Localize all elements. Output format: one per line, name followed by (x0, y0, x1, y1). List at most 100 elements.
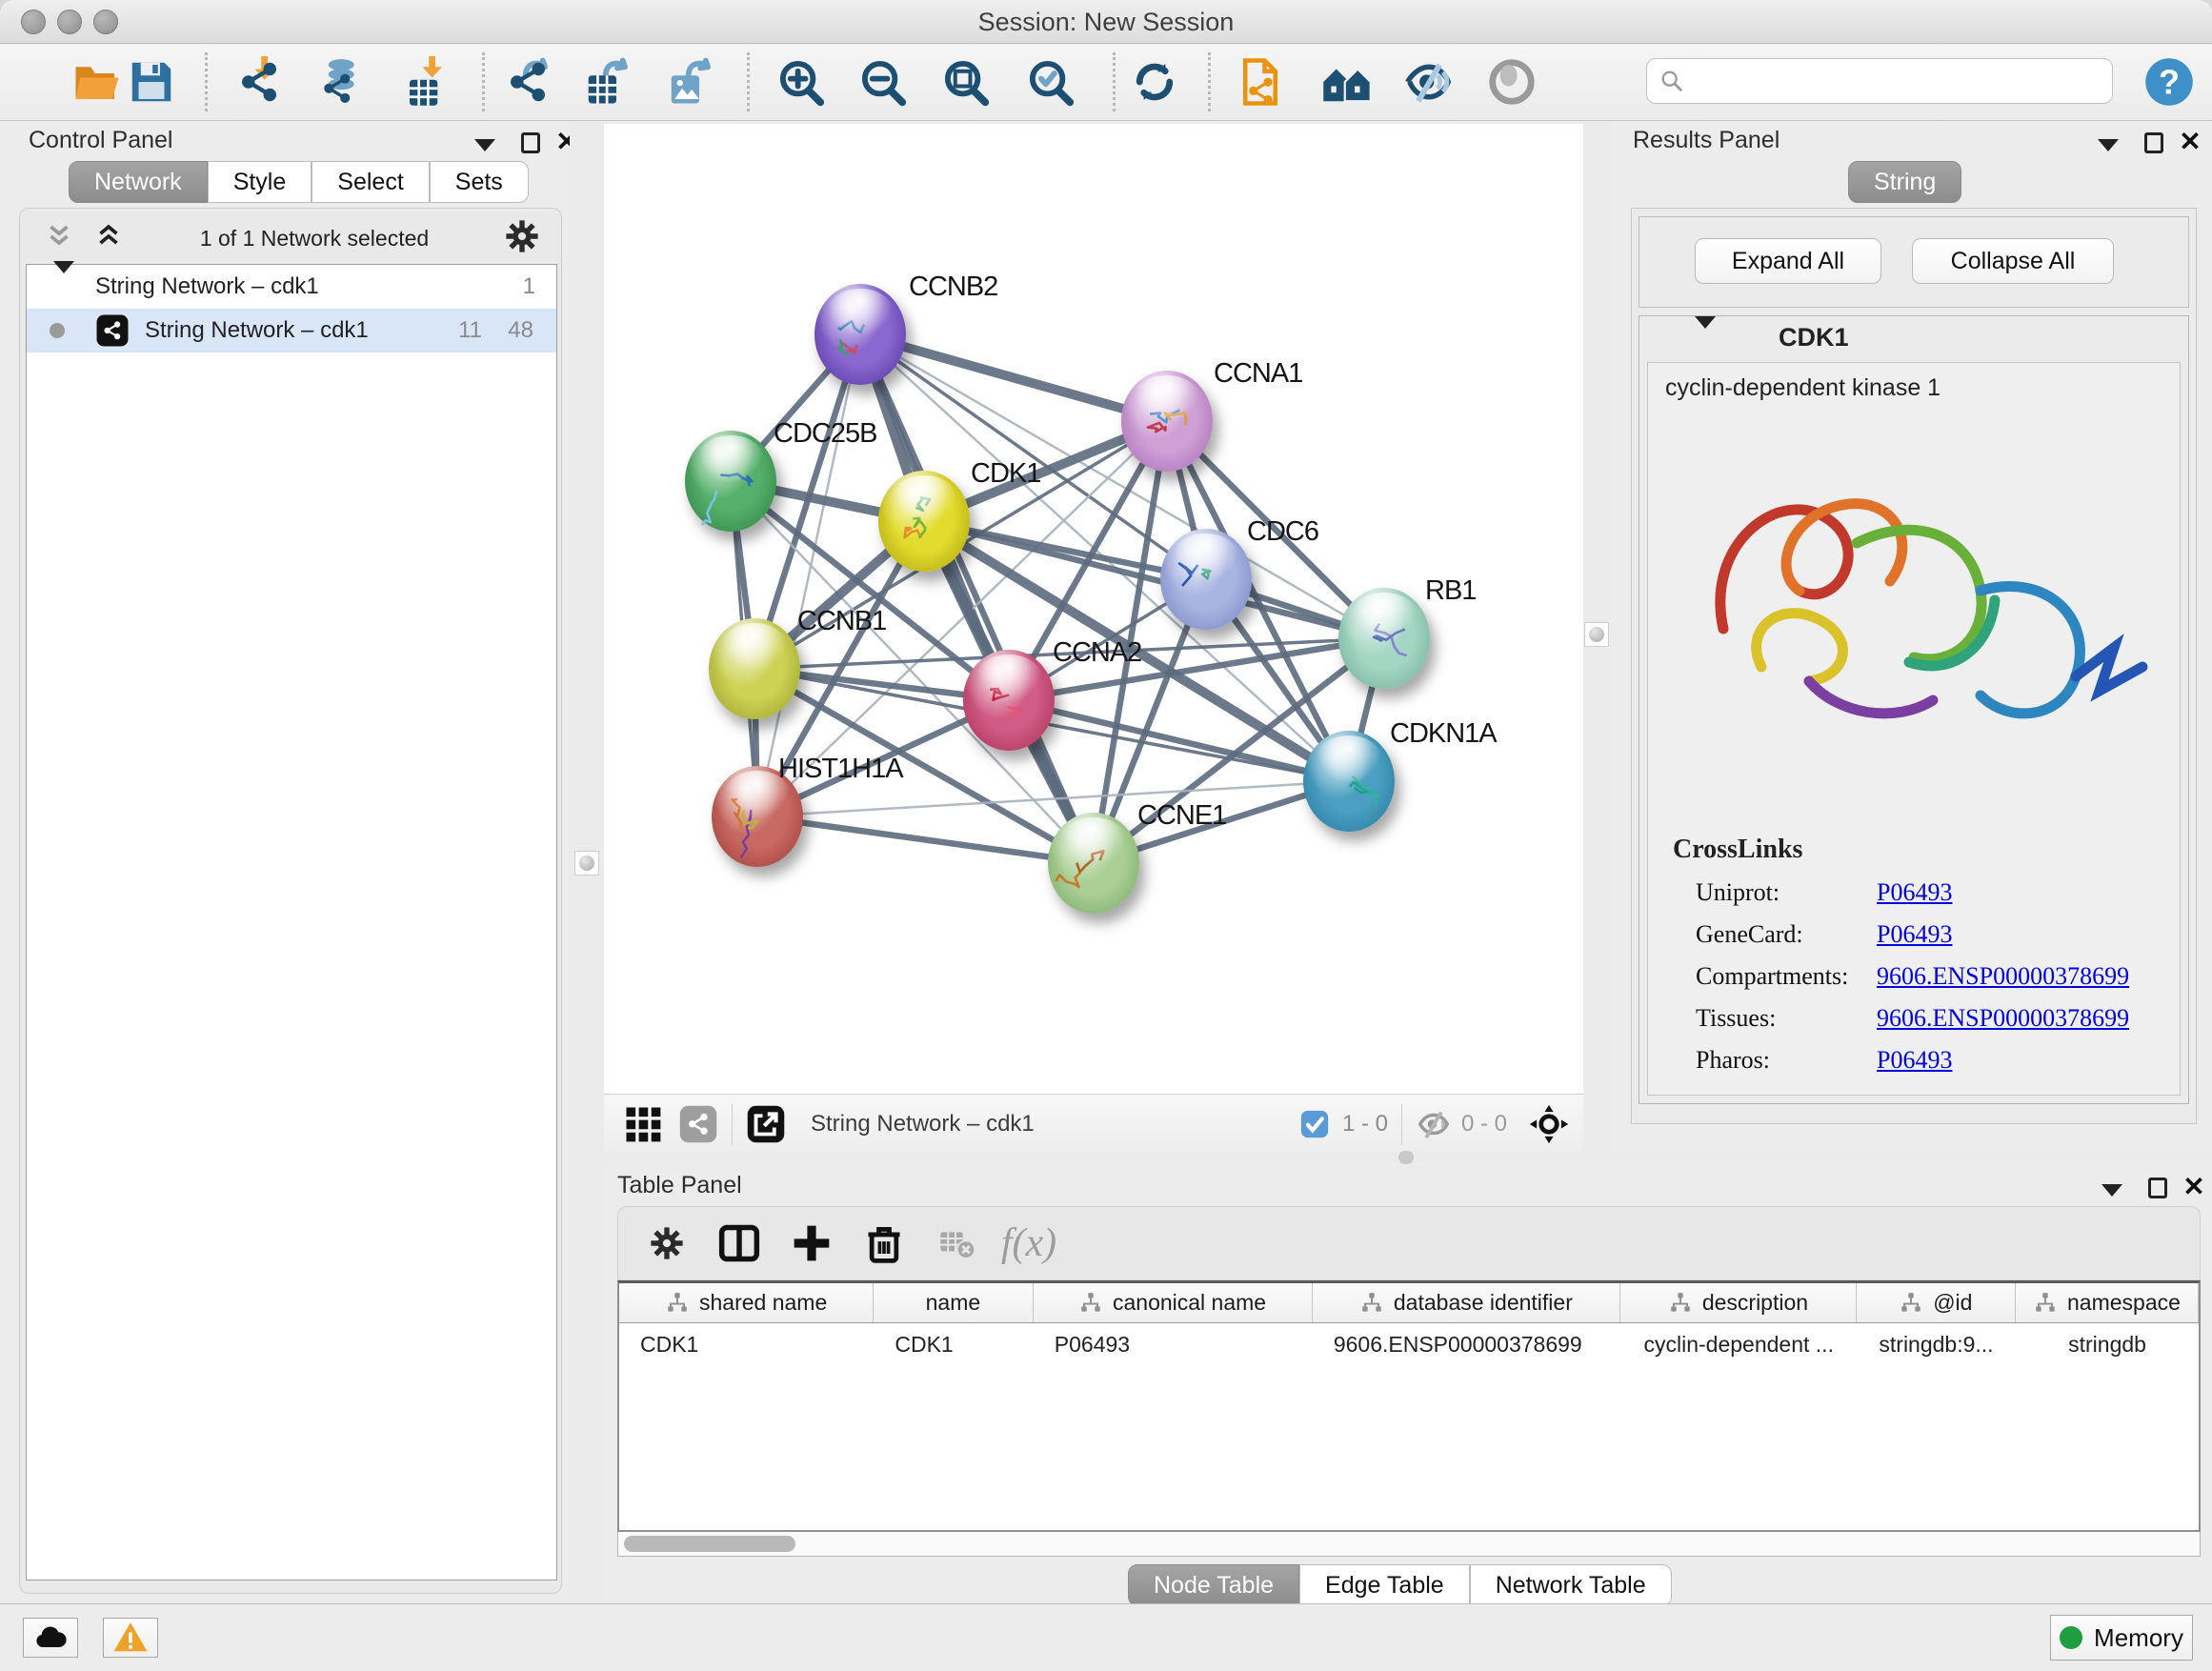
network-node-rb1[interactable] (1338, 588, 1430, 689)
network-node-cdkn1a[interactable] (1303, 731, 1395, 832)
crosslink-value-link[interactable]: 9606.ENSP00000378699 (1877, 1004, 2129, 1033)
tab-string[interactable]: String (1848, 161, 1961, 203)
column-header-name[interactable]: name (874, 1283, 1033, 1322)
collapse-all-networks-icon[interactable] (43, 220, 75, 257)
grid-view-icon[interactable] (623, 1104, 663, 1144)
title-bar: Session: New Session (0, 0, 2212, 44)
network-node-ccna1[interactable] (1121, 371, 1213, 472)
new-network-from-selection-icon[interactable] (1233, 54, 1288, 110)
network-canvas[interactable]: CCNB2CCNA1CDC25BCDK1CDC6RB1CCNB1CCNA2CDK… (604, 124, 1583, 1094)
table-options-gear-icon[interactable] (643, 1219, 691, 1267)
gene-section-header[interactable]: CDK1 (1639, 316, 2188, 358)
cloud-status-button[interactable] (23, 1618, 78, 1658)
horizontal-splitter[interactable] (604, 1151, 2212, 1164)
add-column-icon[interactable] (788, 1219, 835, 1267)
import-table-icon[interactable] (399, 54, 454, 110)
results-panel-float-icon[interactable] (2138, 129, 2170, 157)
window-title: Session: New Session (0, 8, 2212, 37)
tab-edge-table[interactable]: Edge Table (1299, 1564, 1470, 1606)
node-label-ccnb1: CCNB1 (797, 606, 886, 637)
node-table[interactable]: shared namenamecanonical namedatabase id… (617, 1280, 2201, 1532)
table-row[interactable]: CDK1CDK1P064939606.ENSP00000378699cyclin… (619, 1323, 2199, 1365)
tab-node-table[interactable]: Node Table (1128, 1564, 1299, 1606)
network-node-ccne1[interactable] (1048, 813, 1139, 914)
memory-button[interactable]: Memory (2050, 1615, 2193, 1661)
delete-column-icon[interactable] (860, 1219, 908, 1267)
detach-view-icon[interactable] (746, 1104, 786, 1144)
left-splitter[interactable] (570, 121, 604, 1603)
crosslink-value-link[interactable]: 9606.ENSP00000378699 (1877, 962, 2129, 991)
network-node-cdc25b[interactable] (685, 431, 776, 532)
network-node-ccna2[interactable] (963, 650, 1055, 751)
column-header-description[interactable]: description (1620, 1283, 1856, 1322)
crosslink-value-link[interactable]: P06493 (1877, 920, 1952, 949)
network-collection-row[interactable]: String Network – cdk1 1 (27, 265, 556, 309)
expand-all-networks-icon[interactable] (92, 220, 125, 257)
results-panel-close-icon[interactable]: ✕ (2174, 128, 2206, 156)
search-input[interactable] (1685, 67, 2112, 95)
export-image-icon[interactable] (663, 54, 718, 110)
expand-all-button[interactable]: Expand All (1695, 238, 1881, 284)
tab-style[interactable]: Style (208, 161, 312, 203)
export-network-icon[interactable] (500, 54, 555, 110)
crosslink-value-link[interactable]: P06493 (1877, 1046, 1952, 1075)
export-table-icon[interactable] (580, 54, 635, 110)
network-node-cdc6[interactable] (1160, 529, 1252, 630)
right-splitter-grip[interactable] (1584, 622, 1609, 647)
open-session-icon[interactable] (70, 54, 125, 110)
save-session-icon[interactable] (124, 54, 179, 110)
collection-label: String Network – cdk1 (95, 273, 319, 300)
column-header-database-identifier[interactable]: database identifier (1313, 1283, 1621, 1322)
search-field[interactable] (1646, 58, 2113, 104)
tab-select[interactable]: Select (312, 161, 429, 203)
collection-expander-icon[interactable] (53, 273, 74, 300)
apply-layout-icon[interactable] (1127, 54, 1182, 110)
home-icon[interactable] (1319, 54, 1375, 110)
table-horizontal-scrollbar[interactable] (617, 1532, 2201, 1557)
import-network-icon[interactable] (231, 54, 287, 110)
right-splitter[interactable] (1583, 121, 1610, 1151)
results-panel-menu-icon[interactable] (2092, 131, 2124, 159)
column-header-shared-name[interactable]: shared name (619, 1283, 874, 1322)
zoom-selected-icon[interactable] (1023, 54, 1078, 110)
import-network-database-icon[interactable] (312, 54, 367, 110)
crosslink-value-link[interactable]: P06493 (1877, 878, 1952, 907)
network-node-cdk1[interactable] (878, 471, 970, 572)
tab-sets[interactable]: Sets (430, 161, 529, 203)
table-panel-menu-icon[interactable] (2096, 1176, 2128, 1204)
crosslink-label: Pharos: (1696, 1046, 1877, 1075)
network-options-gear-icon[interactable] (504, 218, 540, 259)
svg-text:?: ? (2159, 62, 2180, 101)
column-header-namespace[interactable]: namespace (2016, 1283, 2199, 1322)
show-columns-icon[interactable] (715, 1219, 763, 1267)
zoom-fit-icon[interactable] (938, 54, 994, 110)
table-panel-close-icon[interactable]: ✕ (2178, 1173, 2210, 1201)
zoom-in-icon[interactable] (774, 54, 829, 110)
left-splitter-grip[interactable] (574, 851, 599, 876)
table-scrollbar-thumb[interactable] (624, 1536, 795, 1552)
graphics-details-icon[interactable] (1484, 54, 1539, 110)
network-node-ccnb1[interactable] (709, 618, 800, 719)
tab-network[interactable]: Network (69, 161, 208, 203)
fit-selected-crosshair-icon[interactable] (1528, 1103, 1570, 1145)
zoom-out-icon[interactable] (855, 54, 911, 110)
table-panel-float-icon[interactable] (2142, 1174, 2174, 1202)
network-thumbnail-icon[interactable] (678, 1104, 718, 1144)
hide-selection-eye-icon[interactable] (1401, 54, 1457, 110)
selected-items-checkbox-icon[interactable] (1298, 1108, 1331, 1140)
warning-status-button[interactable] (103, 1618, 158, 1658)
column-header-canonical-name[interactable]: canonical name (1034, 1283, 1313, 1322)
column-header--id[interactable]: @id (1857, 1283, 2016, 1322)
toolbar-separator (747, 52, 750, 111)
network-row[interactable]: String Network – cdk1 11 48 (27, 309, 556, 352)
gene-expander-icon[interactable] (1695, 329, 1716, 346)
horizontal-splitter-grip[interactable] (1398, 1151, 1414, 1164)
control-panel-float-icon[interactable] (514, 129, 547, 157)
hidden-items-eye-icon[interactable] (1416, 1106, 1452, 1142)
tab-network-table[interactable]: Network Table (1470, 1564, 1672, 1606)
collapse-all-button[interactable]: Collapse All (1912, 238, 2114, 284)
shared-column-icon (2033, 1291, 2058, 1316)
control-panel-menu-icon[interactable] (469, 131, 501, 159)
help-icon[interactable]: ? (2142, 54, 2197, 110)
network-node-ccnb2[interactable] (814, 284, 906, 385)
